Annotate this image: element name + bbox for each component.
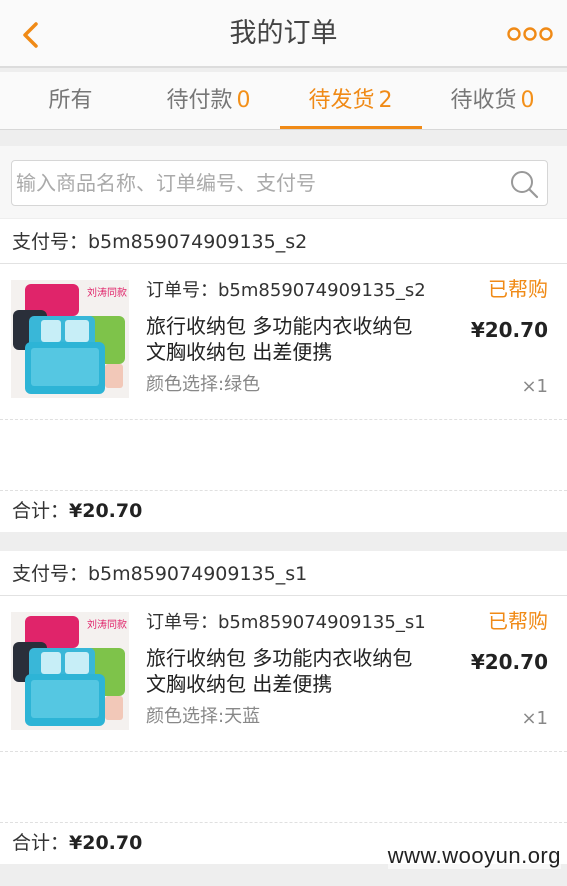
total-label: 合计： [12, 832, 70, 854]
thumb-tag: 刘涛同款 [87, 620, 127, 631]
order-total: 合计：¥20.70 [12, 497, 142, 525]
product-quantity: ×1 [521, 708, 548, 729]
tab-label: 待付款 [166, 88, 233, 113]
thumb-tag: 刘涛同款 [87, 288, 127, 299]
order-card[interactable]: 支付号：b5m859074909135_s2 刘涛同款 订单号：b5m85907… [0, 219, 567, 532]
product-title[interactable]: 旅行收纳包 多功能内衣收纳包 文胸收纳包 出差便携 [146, 313, 426, 365]
order-number: 订单号：b5m859074909135_s2 [146, 280, 426, 301]
tab-count: 2 [378, 88, 393, 113]
product-title[interactable]: 旅行收纳包 多功能内衣收纳包 文胸收纳包 出差便携 [146, 645, 426, 697]
order-number: 订单号：b5m859074909135_s1 [146, 612, 426, 633]
page-title: 我的订单 [229, 18, 338, 49]
total-value: ¥20.70 [69, 832, 143, 854]
tab-all[interactable]: 所有 [0, 72, 141, 130]
tab-label: 待发货 [308, 88, 375, 113]
product-thumbnail[interactable]: 刘涛同款 [11, 280, 129, 398]
search-icon[interactable] [509, 169, 539, 199]
active-tab-indicator [280, 126, 422, 129]
tab-label: 待收货 [450, 88, 517, 113]
product-price: ¥20.70 [470, 318, 548, 342]
order-card[interactable]: 支付号：b5m859074909135_s1 刘涛同款 订单号：b5m85907… [0, 551, 567, 864]
order-total: 合计：¥20.70 [12, 829, 142, 857]
watermark: www.wooyun.org [387, 843, 561, 869]
tab-pending-receipt[interactable]: 待收货 0 [422, 72, 563, 130]
divider [0, 595, 567, 596]
divider [0, 822, 567, 823]
divider [0, 490, 567, 491]
product-spec: 颜色选择:绿色 [146, 374, 261, 395]
tab-pending-shipment[interactable]: 待发货 2 [280, 72, 421, 130]
product-spec: 颜色选择:天蓝 [146, 706, 261, 727]
pay-number: 支付号：b5m859074909135_s2 [12, 231, 308, 253]
divider [0, 263, 567, 264]
total-label: 合计： [12, 500, 70, 522]
order-status-tabs: 所有 待付款 0 待发货 2 待收货 0 [0, 72, 567, 130]
order-status: 已帮购 [488, 609, 548, 633]
tab-label: 所有 [48, 88, 93, 113]
more-dots-icon[interactable] [507, 24, 553, 44]
tab-count: 0 [520, 88, 535, 113]
tab-pending-payment[interactable]: 待付款 0 [138, 72, 279, 130]
tab-count: 0 [236, 88, 251, 113]
order-status: 已帮购 [488, 277, 548, 301]
total-value: ¥20.70 [69, 500, 143, 522]
app-header: 我的订单 [0, 0, 567, 68]
divider [0, 751, 567, 752]
search-input[interactable] [12, 161, 502, 205]
product-price: ¥20.70 [470, 650, 548, 674]
divider [0, 419, 567, 420]
product-thumbnail[interactable]: 刘涛同款 [11, 612, 129, 730]
search-bar [0, 146, 567, 218]
search-box [11, 160, 548, 206]
pay-number: 支付号：b5m859074909135_s1 [12, 563, 308, 585]
product-quantity: ×1 [521, 376, 548, 397]
